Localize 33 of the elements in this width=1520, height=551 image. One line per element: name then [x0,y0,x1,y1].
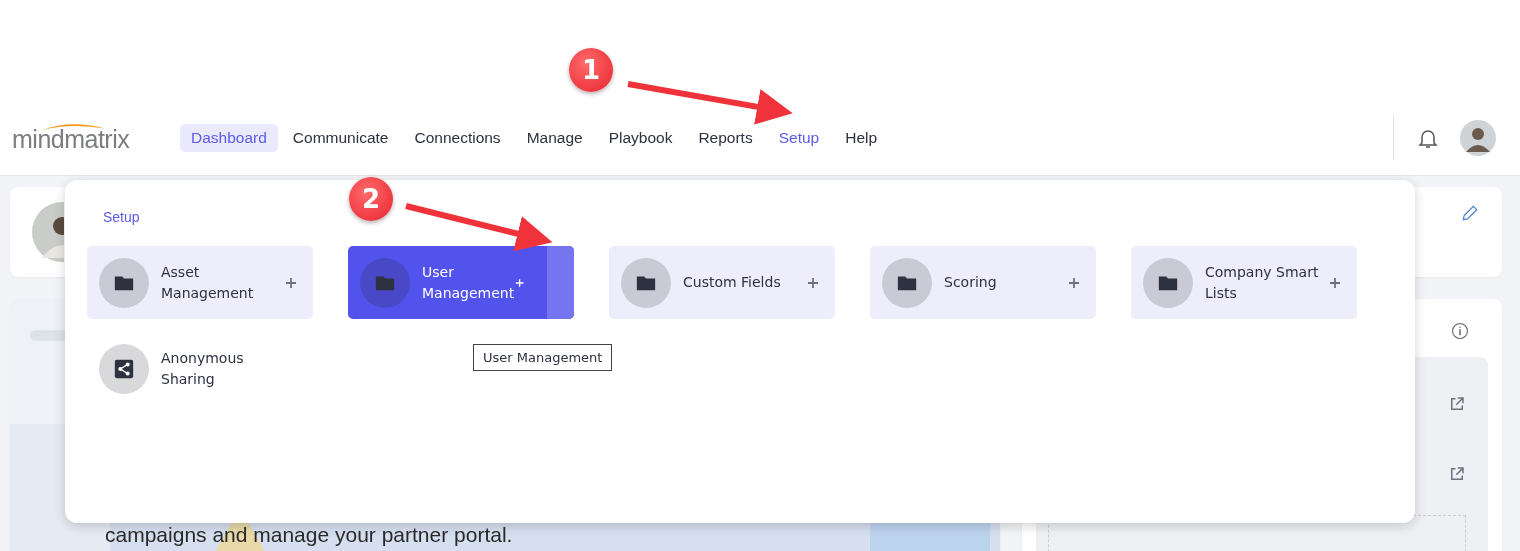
hero-text: campaigns and manage your partner portal. [105,523,513,547]
tile-label: Company Smart Lists [1205,262,1320,303]
share-icon [112,357,136,380]
menu-tile[interactable]: Scoring [870,246,1096,319]
tile-label: Scoring [944,273,998,292]
menu-tile[interactable]: Company Smart Lists [1131,246,1357,319]
tile-label: User Management [422,262,515,303]
logo[interactable]: mindmatrix [12,121,162,154]
menu-tile[interactable]: Asset Management [87,246,313,319]
tooltip: User Management [473,344,613,371]
menu-tile[interactable]: Anonymous Sharing [87,332,313,405]
external-link-icon[interactable] [1448,465,1466,483]
nav-tab[interactable]: Manage [515,123,594,152]
menu-tile[interactable]: Custom Fields [609,246,835,319]
plus-icon[interactable] [807,276,819,289]
nav-tab[interactable]: Setup [767,123,831,152]
pencil-icon[interactable] [1460,203,1480,223]
tile-label: Anonymous Sharing [161,348,245,389]
nav-tab[interactable]: Playbook [597,123,684,152]
plus-icon[interactable] [1329,276,1341,289]
nav-tab[interactable]: Connections [403,123,512,152]
tile-label: Custom Fields [683,273,782,292]
setup-link[interactable]: Setup [103,209,140,225]
plus-icon[interactable] [1068,276,1080,289]
tile-label: Asset Management [161,262,255,303]
plus-icon[interactable] [285,276,297,289]
info-icon[interactable] [1450,321,1470,341]
nav-tab[interactable]: Communicate [281,123,400,152]
nav-tab[interactable]: Help [834,123,889,152]
user-avatar[interactable] [1460,119,1496,156]
external-link-icon[interactable] [1448,395,1466,413]
nav-tab[interactable]: Dashboard [180,123,278,152]
nav-tab[interactable]: Reports [687,123,764,152]
